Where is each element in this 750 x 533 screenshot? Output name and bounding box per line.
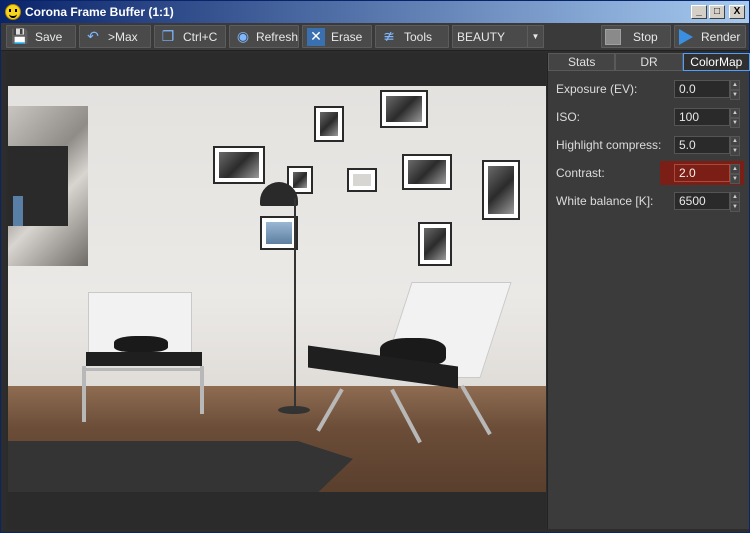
copy-icon: ❐ (161, 28, 175, 44)
setting-row-highlight-compress: Highlight compress: 5.0 ▲ ▼ (556, 134, 746, 156)
rug (8, 441, 353, 492)
minimize-button[interactable]: _ (691, 5, 707, 19)
save-label: Save (35, 29, 63, 44)
down-arrow-icon[interactable]: ▼ (730, 146, 740, 156)
setting-row-iso: ISO: 100 ▲ ▼ (556, 106, 746, 128)
down-arrow-icon[interactable]: ▼ (730, 202, 740, 212)
chair-leg (82, 366, 86, 422)
render-pass-select[interactable]: BEAUTY ▼ (452, 25, 544, 48)
down-arrow-icon[interactable]: ▼ (730, 174, 740, 184)
rendered-image (8, 86, 546, 492)
white-balance-stepper[interactable]: ▲ ▼ (730, 192, 740, 212)
refresh-icon: ◉ (236, 28, 250, 44)
stop-button[interactable]: Stop (601, 25, 671, 48)
erase-icon: ✕ (307, 27, 325, 46)
picture-frame (260, 216, 298, 250)
chair-leg (200, 366, 204, 414)
chair-seat-left (86, 352, 202, 366)
highlight-compress-stepper[interactable]: ▲ ▼ (730, 136, 740, 156)
picture-frame (418, 222, 452, 266)
frame-photo (293, 172, 307, 188)
chevron-down-icon[interactable]: ▼ (527, 26, 543, 47)
tools-label: Tools (404, 29, 433, 44)
maximize-button[interactable]: □ (709, 5, 725, 19)
copy-button[interactable]: ❐ Ctrl+C (154, 25, 226, 48)
exposure-stepper[interactable]: ▲ ▼ (730, 80, 740, 100)
down-arrow-icon[interactable]: ▼ (730, 118, 740, 128)
frame-photo (386, 96, 422, 122)
render-viewport[interactable] (6, 53, 546, 529)
settings-panel: Stats DR ColorMap Exposure (EV): 0.0 ▲ ▼ … (547, 53, 750, 529)
undo-arrow-icon: ↶ (87, 28, 99, 44)
stop-label: Stop (633, 29, 658, 44)
render-label: Render (701, 29, 741, 44)
contrast-value[interactable]: 2.0 (674, 164, 730, 182)
close-button[interactable]: X (729, 5, 745, 19)
chair-frame-bar (82, 368, 204, 371)
picture-frame (380, 90, 428, 128)
frame-photo (424, 228, 446, 260)
toolbar: 💾 Save ↶ >Max ❐ Ctrl+C ◉ Refresh ✕ Erase… (1, 23, 749, 51)
setting-row-contrast: Contrast: 2.0 ▲ ▼ (556, 162, 746, 184)
tab-stats[interactable]: Stats (548, 53, 616, 71)
play-icon (679, 28, 693, 45)
picture-frame (482, 160, 520, 220)
picture-frame (213, 146, 265, 184)
frame-photo (320, 112, 338, 136)
tab-colormap[interactable]: ColorMap (682, 53, 750, 71)
save-button[interactable]: 💾 Save (6, 25, 76, 48)
max-label: >Max (108, 29, 138, 44)
frame-photo (488, 166, 514, 214)
panel-tabs: Stats DR ColorMap (548, 53, 750, 71)
render-button[interactable]: Render (674, 25, 746, 48)
lamp-base (278, 406, 310, 414)
iso-stepper[interactable]: ▲ ▼ (730, 108, 740, 128)
highlight-compress-value[interactable]: 5.0 (674, 136, 730, 154)
window-title: Corona Frame Buffer (1:1) (25, 5, 174, 19)
iso-spinner[interactable]: 100 ▲ ▼ (674, 108, 740, 128)
tab-dr[interactable]: DR (615, 53, 683, 71)
frame-photo (266, 222, 292, 244)
contrast-spinner[interactable]: 2.0 ▲ ▼ (674, 164, 740, 184)
down-arrow-icon[interactable]: ▼ (730, 90, 740, 100)
up-arrow-icon[interactable]: ▲ (730, 164, 740, 174)
titlebar[interactable]: Corona Frame Buffer (1:1) _ □ X (1, 1, 749, 23)
exposure-spinner[interactable]: 0.0 ▲ ▼ (674, 80, 740, 100)
highlight-compress-spinner[interactable]: 5.0 ▲ ▼ (674, 136, 740, 156)
white-balance-value[interactable]: 6500 (674, 192, 730, 210)
picture-frame (402, 154, 452, 190)
stop-icon (605, 28, 621, 45)
erase-button[interactable]: ✕ Erase (302, 25, 372, 48)
contrast-stepper[interactable]: ▲ ▼ (730, 164, 740, 184)
refresh-button[interactable]: ◉ Refresh (229, 25, 299, 48)
pillow-left (114, 336, 168, 352)
up-arrow-icon[interactable]: ▲ (730, 192, 740, 202)
up-arrow-icon[interactable]: ▲ (730, 108, 740, 118)
tools-button[interactable]: ≇ Tools (375, 25, 449, 48)
abstract-canvas (8, 106, 88, 266)
iso-value[interactable]: 100 (674, 108, 730, 126)
frame-buffer-window: Corona Frame Buffer (1:1) _ □ X 💾 Save ↶… (0, 0, 750, 533)
up-arrow-icon[interactable]: ▲ (730, 80, 740, 90)
white-balance-spinner[interactable]: 6500 ▲ ▼ (674, 192, 740, 212)
histogram-icon: ≇ (383, 28, 395, 44)
setting-row-exposure: Exposure (EV): 0.0 ▲ ▼ (556, 78, 746, 100)
frame-photo (408, 160, 446, 184)
exposure-value[interactable]: 0.0 (674, 80, 730, 98)
up-arrow-icon[interactable]: ▲ (730, 136, 740, 146)
frame-photo (353, 174, 371, 186)
erase-label: Erase (331, 29, 363, 44)
copy-label: Ctrl+C (183, 29, 218, 44)
refresh-label: Refresh (255, 29, 298, 44)
corona-smiley-icon (5, 4, 21, 20)
setting-row-white-balance: White balance [K]: 6500 ▲ ▼ (556, 190, 746, 212)
picture-frame (314, 106, 344, 142)
frame-photo (219, 152, 259, 178)
picture-frame (347, 168, 377, 192)
render-pass-value: BEAUTY (457, 29, 506, 44)
floppy-icon: 💾 (11, 28, 29, 44)
lamp-pole (294, 198, 296, 408)
max-button[interactable]: ↶ >Max (79, 25, 151, 48)
